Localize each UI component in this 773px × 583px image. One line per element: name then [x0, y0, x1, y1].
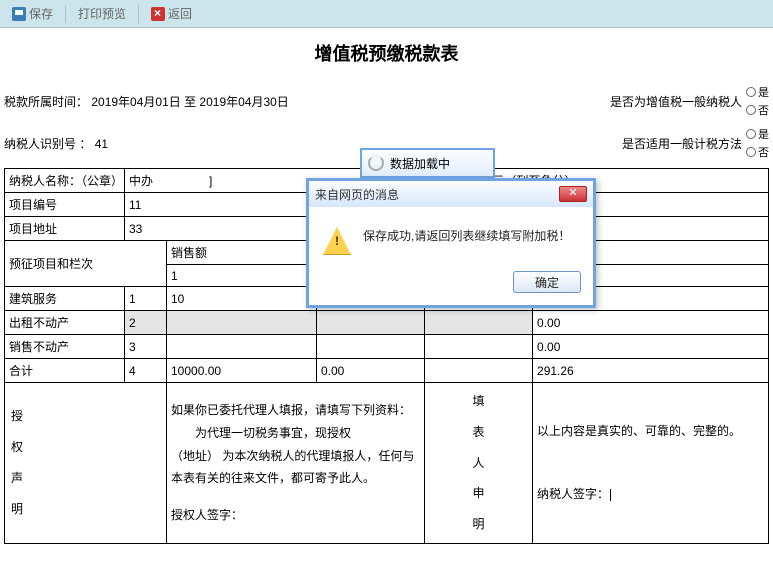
taxid-value: 41 [95, 137, 108, 151]
dialog-close-button[interactable]: ✕ [559, 186, 587, 202]
use-method-label: 是否适用一般计税方法 [622, 135, 742, 152]
message-dialog: 来自网页的消息 ✕ 保存成功,请返回列表继续填写附加税！ 确定 [306, 178, 596, 308]
taxpayer-sign[interactable]: 纳税人签字： [537, 483, 764, 506]
print-preview-button[interactable]: 打印预览 [72, 3, 132, 24]
col-sales: 销售额 [167, 241, 317, 265]
period-label: 税款所属时间： [4, 95, 88, 109]
projaddr-label: 项目地址 [5, 217, 125, 241]
auth-body: 如果你已委托代理人填报，请填写下列资料： 为代理一切税务事宜，现授权 （地址） … [171, 399, 420, 527]
radio-no[interactable] [746, 105, 756, 115]
colnum-1: 1 [167, 265, 317, 287]
toolbar-separator [138, 5, 139, 23]
save-label: 保存 [29, 5, 53, 22]
radio-no-2[interactable] [746, 147, 756, 157]
warning-icon [323, 227, 351, 255]
toolbar: 保存 打印预览 返回 [0, 0, 773, 28]
back-label: 返回 [168, 5, 192, 22]
dialog-message: 保存成功,请返回列表继续填写附加税！ [363, 227, 570, 244]
is-general-label: 是否为增值税一般纳税人 [610, 93, 742, 110]
page-title: 增值税预缴税款表 [0, 40, 773, 66]
radio-yes[interactable] [746, 87, 756, 97]
loading-text: 数据加载中 [390, 155, 450, 172]
save-icon [12, 7, 26, 21]
table-row: 出租不动产 2 0.00 [5, 311, 769, 335]
declare-body: 以上内容是真实的、可靠的、完整的。 [537, 420, 764, 443]
loading-indicator: 数据加载中 [360, 148, 495, 178]
name-label: 纳税人名称：（公章） [5, 169, 125, 193]
back-button[interactable]: 返回 [145, 3, 198, 24]
return-icon [151, 7, 165, 21]
declare-title: 填表人申明 [429, 386, 528, 540]
taxid-label: 纳税人识别号 ： [4, 137, 91, 151]
toolbar-separator [65, 5, 66, 23]
save-button[interactable]: 保存 [6, 3, 59, 24]
radio-yes-2[interactable] [746, 129, 756, 139]
spinner-icon [368, 155, 384, 171]
print-label: 打印预览 [78, 5, 126, 22]
period-value: 2019年04月01日 至 2019年04月30日 [91, 95, 288, 109]
dialog-title: 来自网页的消息 [315, 186, 399, 203]
table-row: 合计 4 10000.00 0.00 291.26 [5, 359, 769, 383]
dialog-ok-button[interactable]: 确定 [513, 271, 581, 293]
section-label: 预征项目和栏次 [5, 241, 167, 287]
table-row: 销售不动产 3 0.00 [5, 335, 769, 359]
auth-title: 授权声明 [9, 386, 25, 540]
projno-label: 项目编号 [5, 193, 125, 217]
